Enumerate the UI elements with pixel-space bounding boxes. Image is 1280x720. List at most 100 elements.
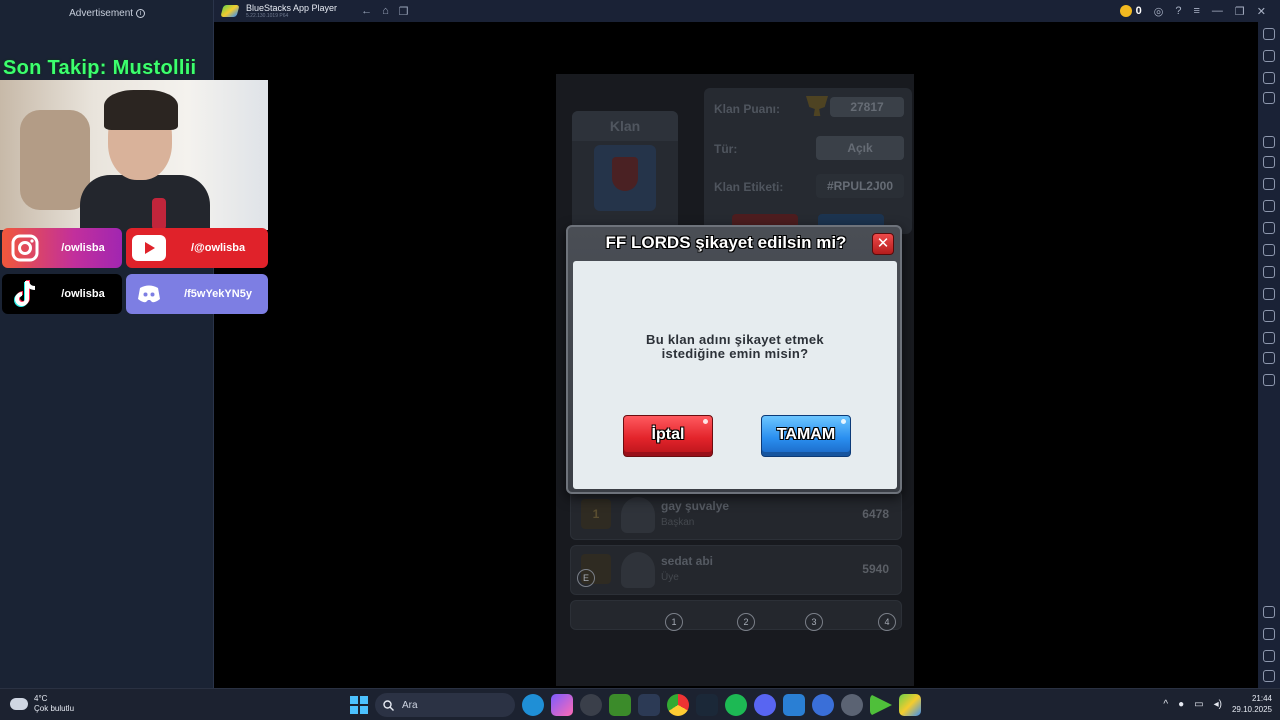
keyboard-icon[interactable] (1263, 92, 1275, 104)
app-icon[interactable] (580, 694, 602, 716)
macro-icon[interactable] (1263, 156, 1275, 168)
marker-3: 3 (805, 613, 823, 631)
settings-app-icon[interactable] (841, 694, 863, 716)
shake-icon[interactable] (1263, 266, 1275, 278)
clan-tab: Klan (572, 111, 678, 141)
clan-info-panel: Klan Puanı: 27817 Tür: Açık Klan Etiketi… (704, 88, 912, 234)
streamer-body (80, 175, 210, 230)
member-rank: 1 (581, 499, 611, 529)
clan-points-label: Klan Puanı: (714, 102, 781, 116)
back-nav-icon[interactable] (1263, 628, 1275, 640)
help-icon[interactable]: ? (1175, 5, 1181, 17)
mic-icon[interactable]: ● (1178, 699, 1184, 710)
fullscreen-icon[interactable] (1263, 28, 1275, 40)
settings-icon[interactable] (1263, 606, 1275, 618)
chrome-icon[interactable] (667, 694, 689, 716)
location-icon[interactable] (1263, 332, 1275, 344)
advertisement-label: Advertisement i (0, 8, 214, 19)
layers-icon[interactable] (1263, 352, 1275, 364)
avatar (621, 552, 655, 588)
coin-counter[interactable]: 0 (1119, 5, 1142, 18)
streamer-hair (104, 90, 178, 130)
minimize-icon[interactable]: — (1212, 5, 1223, 17)
eco-mode-icon[interactable] (1263, 310, 1275, 322)
tag-value: #RPUL2J00 (816, 174, 904, 198)
start-icon[interactable] (350, 696, 368, 714)
webcam-overlay (0, 80, 268, 230)
instagram-icon (6, 229, 44, 267)
sync-icon[interactable] (1263, 374, 1275, 386)
system-tray: ^ ● ▭ ◂) 21:44 29.10.2025 (1163, 693, 1272, 715)
info-icon[interactable]: i (135, 8, 145, 18)
copilot-icon[interactable] (551, 694, 573, 716)
spotify-icon[interactable] (725, 694, 747, 716)
marker-4: 4 (878, 613, 896, 631)
clan-badge-panel: Klan (572, 111, 678, 231)
nav-buttons: ← ⌂ ❐ (361, 5, 409, 18)
account-icon[interactable]: ◎ (1154, 5, 1164, 18)
marker-2: 2 (737, 613, 755, 631)
filter-icon[interactable] (1263, 72, 1275, 84)
restore-icon[interactable]: ❐ (1235, 5, 1245, 18)
menu-icon[interactable]: ≡ (1193, 5, 1199, 17)
member-score: 5940 (862, 562, 889, 576)
performance-icon[interactable] (1263, 178, 1275, 190)
dialog-body: Bu klan adını şikayet etmek istediğine e… (573, 261, 897, 489)
last-follower-text: Son Takip: Mustollii (3, 57, 197, 79)
close-icon[interactable]: ✕ (872, 233, 894, 255)
microphone (152, 198, 166, 230)
clock[interactable]: 21:44 29.10.2025 (1232, 693, 1272, 715)
clan-points-value: 27817 (830, 97, 904, 117)
minecraft-icon[interactable] (609, 694, 631, 716)
multi-instance-icon[interactable]: ❐ (399, 5, 409, 18)
volume-icon[interactable] (1263, 50, 1275, 62)
marker-1: 1 (665, 613, 683, 631)
ok-button[interactable]: TAMAM (761, 415, 851, 457)
youtube-link: /@owlisba (126, 228, 268, 268)
steam-icon[interactable] (696, 694, 718, 716)
discord-taskbar-icon[interactable] (754, 694, 776, 716)
edge-icon[interactable] (522, 694, 544, 716)
bluestacks-sidebar (1258, 22, 1280, 688)
back-icon[interactable]: ← (361, 5, 372, 18)
coin-icon (1119, 5, 1132, 18)
cancel-button[interactable]: İptal (623, 415, 713, 457)
member-role: Başkan (661, 517, 695, 528)
member-score: 6478 (862, 507, 889, 521)
tiktok-link: /owlisba (2, 274, 122, 314)
recent-apps-icon[interactable] (1263, 670, 1275, 682)
type-label: Tür: (714, 142, 738, 156)
app-icon[interactable] (870, 694, 892, 716)
screenshot-icon[interactable] (1263, 200, 1275, 212)
dialog-title: FF LORDS şikayet edilsin mi? (605, 233, 847, 252)
speaker-icon[interactable]: ◂) (1214, 699, 1222, 710)
rotate-icon[interactable] (1263, 288, 1275, 300)
gamepad-icon[interactable] (1263, 136, 1275, 148)
chair (20, 110, 90, 210)
discord-icon (130, 275, 168, 313)
close-window-icon[interactable]: ✕ (1257, 5, 1266, 18)
windows-taskbar: 4°C Çok bulutlu Ara ^ ● ▭ ◂) 21:44 29.10… (0, 688, 1280, 720)
search-input[interactable]: Ara (375, 693, 515, 717)
member-role: Üye (661, 572, 679, 583)
app-icon[interactable] (638, 694, 660, 716)
instagram-link: /owlisba (2, 228, 122, 268)
bluestacks-taskbar-icon[interactable] (899, 694, 921, 716)
chevron-up-icon[interactable]: ^ (1163, 699, 1168, 710)
member-name: sedat abi (661, 554, 714, 568)
tiktok-icon (6, 275, 44, 313)
record-icon[interactable] (1263, 222, 1275, 234)
weather-widget[interactable]: 4°C Çok bulutlu (10, 694, 74, 714)
app-icon[interactable] (812, 694, 834, 716)
home-icon[interactable]: ⌂ (382, 5, 389, 18)
list-item: 1 gay şuvalye Başkan 6478 (570, 490, 902, 540)
vscode-icon[interactable] (783, 694, 805, 716)
search-icon (383, 699, 394, 711)
clan-badge-icon (594, 145, 656, 211)
youtube-icon (130, 229, 168, 267)
network-icon[interactable]: ▭ (1194, 699, 1203, 710)
home-nav-icon[interactable] (1263, 650, 1275, 662)
bluestacks-titlebar: BlueStacks App Player 5.22.130.1019 P64 … (214, 0, 1280, 22)
app-title: BlueStacks App Player 5.22.130.1019 P64 (246, 2, 338, 19)
media-icon[interactable] (1263, 244, 1275, 256)
